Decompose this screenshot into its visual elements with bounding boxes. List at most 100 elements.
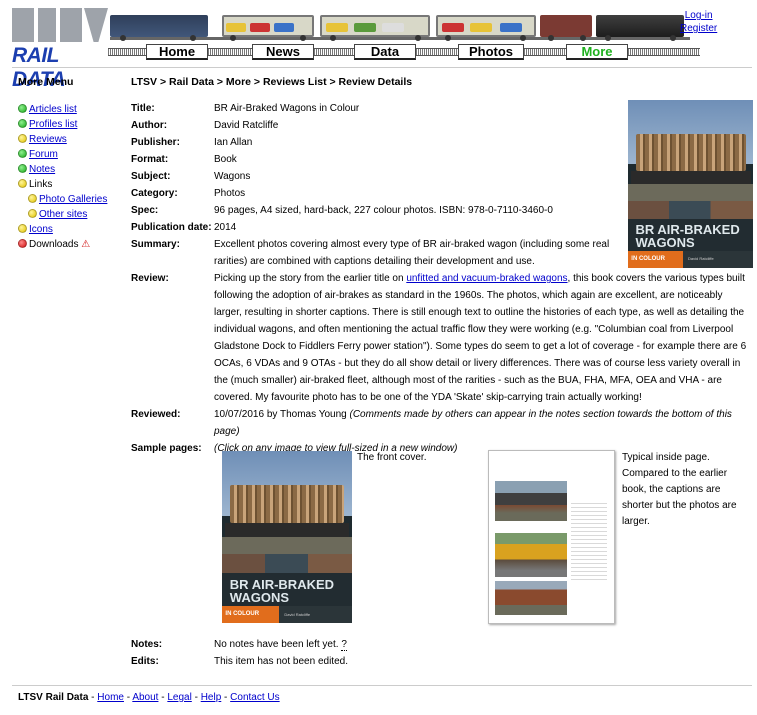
yellow-status-icon	[18, 179, 27, 188]
detail-label: Title:	[131, 103, 155, 114]
header-divider	[12, 67, 752, 68]
detail-edits-value: This item has not been edited.	[214, 656, 348, 667]
account-links: Log-in Register	[680, 9, 717, 35]
sample-page-inside[interactable]	[488, 450, 615, 624]
sidebar-item-reviews: Reviews	[18, 132, 128, 147]
detail-label: Notes:	[131, 639, 163, 650]
sample-cover-title-line2: WAGONS	[229, 590, 290, 606]
breadcrumb: LTSV > Rail Data > More > Reviews List >…	[131, 76, 413, 88]
red-status-icon	[18, 239, 27, 248]
detail-summary-value: Excellent photos covering almost every t…	[214, 239, 610, 267]
nav-tab-more[interactable]: More	[566, 44, 628, 60]
sample-caption-inside: Typical inside page. Compared to the ear…	[622, 452, 737, 527]
cover-subtitle: IN COLOUR	[631, 256, 665, 263]
footer-link-help[interactable]: Help	[201, 692, 222, 703]
sample-page-front-cover[interactable]: BR AIR-BRAKED WAGONS IN COLOUR David Rat…	[222, 451, 352, 623]
detail-label: Summary:	[131, 239, 180, 250]
sidebar-label-downloads: Downloads	[29, 239, 79, 250]
sidebar-item-photo-galleries: Photo Galleries	[18, 192, 128, 207]
detail-row-review: Review: Picking up the story from the ea…	[131, 270, 751, 406]
yellow-status-icon	[28, 209, 37, 218]
footer-divider	[12, 685, 752, 686]
sidebar-link-reviews[interactable]: Reviews	[29, 134, 67, 145]
sidebar-item-downloads: Downloads ⚠	[18, 237, 128, 252]
detail-label: Format:	[131, 154, 169, 165]
detail-label: Review:	[131, 273, 169, 284]
site-header: RAIL DATA Home News Data Photos More Log…	[0, 0, 757, 91]
review-text-body: , this book covers the various types bui…	[214, 273, 747, 403]
detail-label: Publisher:	[131, 137, 180, 148]
inside-page-text	[571, 503, 607, 583]
sidebar-item-forum: Forum	[18, 147, 128, 162]
inside-photo-2	[495, 533, 567, 577]
review-related-link[interactable]: unfitted and vacuum-braked wagons	[406, 273, 567, 284]
green-status-icon	[18, 149, 27, 158]
footer-link-home[interactable]: Home	[97, 692, 124, 703]
sidebar: More Menu Articles list Profiles list Re…	[18, 76, 128, 252]
sidebar-link-forum[interactable]: Forum	[29, 149, 58, 160]
main-navigation: Home News Data Photos More	[108, 44, 700, 60]
register-link[interactable]: Register	[680, 22, 717, 35]
detail-label: Subject:	[131, 171, 171, 182]
ltsv-logo-graphic	[12, 8, 108, 42]
sidebar-item-articles: Articles list	[18, 102, 128, 117]
sidebar-menu: Articles list Profiles list Reviews Foru…	[18, 102, 128, 252]
detail-category-value: Photos	[214, 188, 246, 199]
green-status-icon	[18, 119, 27, 128]
sidebar-label-links: Links	[29, 179, 53, 190]
yellow-status-icon	[28, 194, 37, 203]
cover-title-line1: BR AIR-BRAKED	[635, 222, 740, 238]
sidebar-item-profiles: Profiles list	[18, 117, 128, 132]
footer-link-contact[interactable]: Contact Us	[230, 692, 279, 703]
cover-title-line2: WAGONS	[635, 235, 695, 251]
detail-row-reviewed: Reviewed: 10/07/2016 by Thomas Young (Co…	[131, 406, 751, 440]
detail-label: Reviewed:	[131, 409, 181, 420]
sidebar-link-icons[interactable]: Icons	[29, 224, 53, 235]
detail-notes-value: No notes have been left yet. ?	[214, 636, 614, 653]
login-link[interactable]: Log-in	[680, 9, 717, 22]
detail-spec-value: 96 pages, A4 sized, hard-back, 227 colou…	[214, 205, 553, 216]
inside-photo-3	[495, 581, 567, 615]
detail-label: Spec:	[131, 205, 159, 216]
nav-tab-home[interactable]: Home	[146, 44, 208, 60]
detail-review-value: Picking up the story from the earlier ti…	[214, 270, 751, 406]
sidebar-link-profiles[interactable]: Profiles list	[29, 119, 77, 130]
detail-title-value: BR Air-Braked Wagons in Colour	[214, 103, 360, 114]
detail-row-edits: Edits: This item has not been edited.	[131, 653, 614, 670]
sidebar-link-articles[interactable]: Articles list	[29, 104, 77, 115]
footer-brand: LTSV Rail Data	[18, 692, 89, 703]
yellow-status-icon	[18, 224, 27, 233]
notes-help-icon[interactable]: ?	[341, 639, 347, 651]
sidebar-item-links: Links	[18, 177, 128, 192]
sidebar-link-photo-galleries[interactable]: Photo Galleries	[39, 194, 107, 205]
sidebar-item-other-sites: Other sites	[18, 207, 128, 222]
nav-tab-data[interactable]: Data	[354, 44, 416, 60]
footer-link-legal[interactable]: Legal	[167, 692, 191, 703]
notes-text: No notes have been left yet.	[214, 639, 339, 650]
sample-cover-author: David Ratcliffe	[284, 611, 311, 617]
cover-author: David Ratcliffe	[688, 256, 714, 262]
detail-pubdate-value: 2014	[214, 222, 237, 233]
reviewed-date: 10/07/2016 by Thomas Young	[214, 409, 347, 420]
detail-format-value: Book	[214, 154, 237, 165]
nav-tab-photos[interactable]: Photos	[458, 44, 524, 60]
detail-subject-value: Wagons	[214, 171, 251, 182]
detail-author-value: David Ratcliffe	[214, 120, 279, 131]
detail-label: Author:	[131, 120, 168, 131]
book-cover-image[interactable]: BR AIR-BRAKED WAGONS IN COLOUR David Rat…	[628, 100, 753, 268]
site-footer: LTSV Rail Data - Home - About - Legal - …	[18, 692, 280, 703]
sample-cover-title-line1: BR AIR-BRAKED	[229, 577, 335, 593]
green-status-icon	[18, 104, 27, 113]
sample-cover-subtitle: IN COLOUR	[225, 610, 260, 617]
sidebar-title: More Menu	[18, 76, 74, 88]
sidebar-link-notes[interactable]: Notes	[29, 164, 55, 175]
footer-link-about[interactable]: About	[132, 692, 158, 703]
inside-photo-1	[495, 481, 567, 521]
sidebar-link-other-sites[interactable]: Other sites	[39, 209, 87, 220]
nav-tab-news[interactable]: News	[252, 44, 314, 60]
site-logo[interactable]: RAIL DATA	[12, 8, 108, 91]
detail-reviewed-value: 10/07/2016 by Thomas Young (Comments mad…	[214, 406, 751, 440]
sample-caption-front-cover: The front cover.	[357, 452, 427, 463]
review-text-start: Picking up the story from the earlier ti…	[214, 273, 407, 284]
sidebar-item-notes: Notes	[18, 162, 128, 177]
